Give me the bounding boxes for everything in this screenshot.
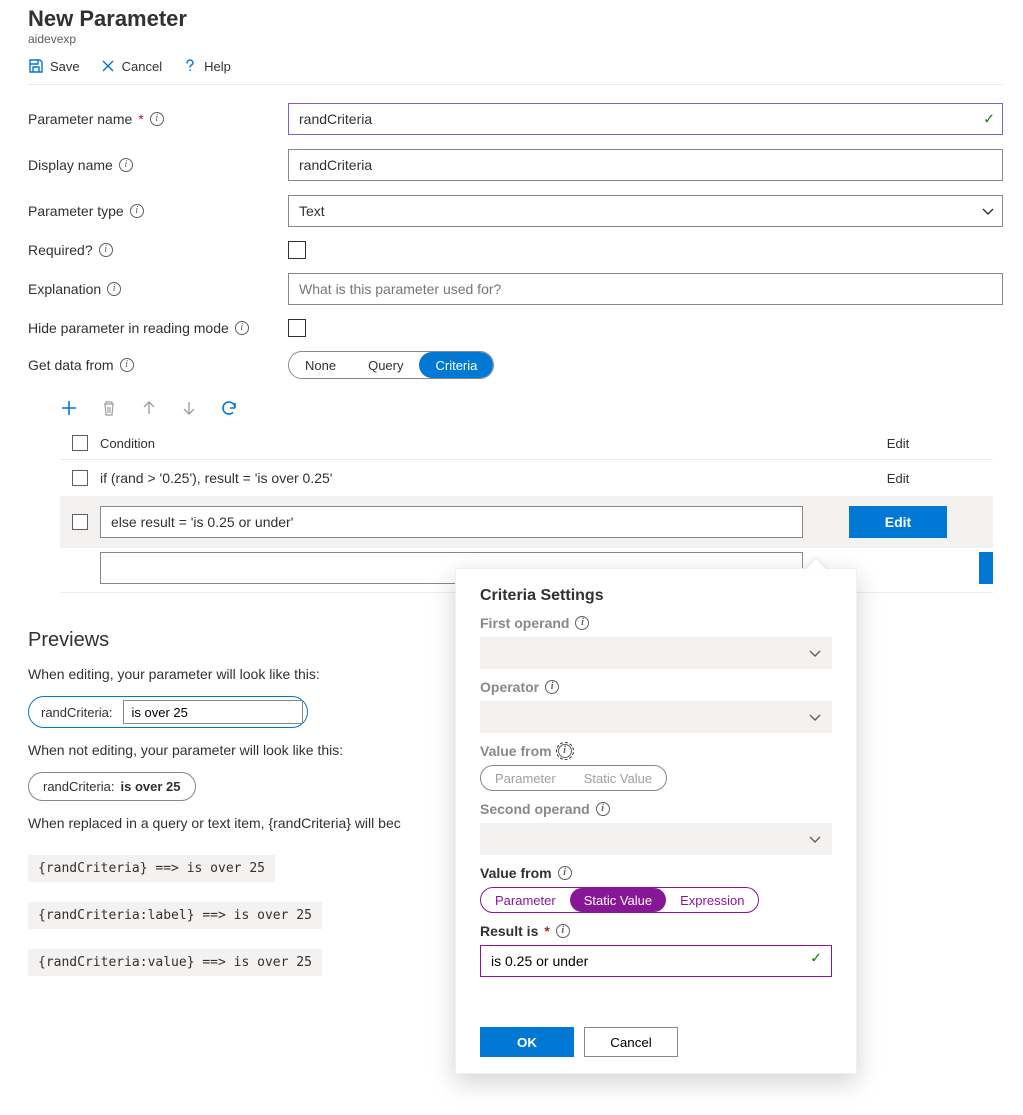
toolbar: Save Cancel Help [28, 46, 1003, 85]
page-title: New Parameter [28, 6, 1003, 32]
pill-static-value[interactable]: Static Value [570, 888, 666, 912]
edit-button[interactable]: Edit [849, 506, 947, 538]
preview-readonly-text: When not editing, your parameter will lo… [28, 742, 478, 758]
info-icon[interactable]: i [556, 924, 570, 938]
explanation-input[interactable] [288, 273, 1003, 305]
info-icon[interactable]: i [558, 744, 572, 758]
operator-label: Operatori [480, 679, 832, 695]
info-icon[interactable]: i [575, 616, 589, 630]
info-icon[interactable]: i [558, 866, 572, 880]
required-label: Required? [28, 242, 93, 258]
chip-label: randCriteria: [41, 705, 113, 720]
chip-value-input[interactable] [123, 700, 303, 724]
info-icon[interactable]: i [545, 680, 559, 694]
column-header-condition: Condition [100, 436, 803, 451]
table-row: Edit [60, 496, 993, 548]
save-icon [28, 58, 44, 74]
edit-link[interactable]: Edit [803, 471, 993, 486]
parameter-name-label: Parameter name [28, 111, 132, 127]
info-icon[interactable]: i [150, 112, 164, 126]
criteria-toolbar [28, 379, 1003, 427]
pill-query[interactable]: Query [352, 352, 419, 378]
column-header-edit: Edit [803, 436, 993, 451]
hide-reading-label: Hide parameter in reading mode [28, 320, 229, 336]
arrow-down-icon[interactable] [180, 399, 198, 417]
form: Parameter name * i ✓ Display name i Para… [28, 103, 1003, 379]
preview-editing-text: When editing, your parameter will look l… [28, 666, 478, 682]
info-icon[interactable]: i [596, 802, 610, 816]
parameter-type-select[interactable] [288, 195, 1003, 227]
cancel-button[interactable]: Cancel [584, 1027, 678, 1057]
pill-none[interactable]: None [289, 352, 352, 378]
code-preview: {randCriteria} ==> is over 25 [28, 855, 275, 882]
explanation-label: Explanation [28, 281, 101, 297]
chevron-down-icon [808, 646, 822, 660]
page-subtitle: aidevexp [28, 32, 1003, 46]
popup-title: Criteria Settings [480, 587, 832, 605]
pill-parameter[interactable]: Parameter [481, 766, 570, 790]
row-checkbox[interactable] [72, 470, 88, 486]
display-name-label: Display name [28, 157, 113, 173]
arrow-up-icon[interactable] [140, 399, 158, 417]
delete-icon[interactable] [100, 399, 118, 417]
help-button[interactable]: Help [182, 58, 231, 74]
result-is-input[interactable] [480, 945, 832, 977]
help-icon [182, 58, 198, 74]
get-data-from-label: Get data from [28, 357, 114, 373]
first-operand-select[interactable] [480, 637, 832, 669]
refresh-icon[interactable] [220, 399, 238, 417]
chip-value: is over 25 [121, 779, 181, 794]
condition-input[interactable] [100, 506, 803, 538]
check-icon: ✓ [810, 950, 822, 967]
pill-expression[interactable]: Expression [666, 888, 758, 912]
value-from-1-label: Value fromi [480, 743, 832, 759]
info-icon[interactable]: i [235, 321, 249, 335]
required-checkbox[interactable] [288, 241, 306, 259]
parameter-type-label: Parameter type [28, 203, 124, 219]
table-row: if (rand > '0.25'), result = 'is over 0.… [60, 460, 993, 496]
get-data-from-toggle: None Query Criteria [288, 351, 494, 379]
chevron-down-icon [808, 710, 822, 724]
check-icon: ✓ [983, 111, 995, 128]
ok-button[interactable]: OK [480, 1027, 574, 1057]
value-from-1-toggle: Parameter Static Value [480, 765, 667, 791]
close-icon [100, 58, 116, 74]
info-icon[interactable]: i [107, 282, 121, 296]
info-icon[interactable]: i [130, 204, 144, 218]
code-preview: {randCriteria:label} ==> is over 25 [28, 902, 322, 929]
criteria-settings-popup: Criteria Settings First operandi Operato… [455, 568, 857, 1074]
condition-text: if (rand > '0.25'), result = 'is over 0.… [100, 470, 803, 486]
previews-heading: Previews [28, 629, 478, 652]
operator-select[interactable] [480, 701, 832, 733]
second-operand-label: Second operandi [480, 801, 832, 817]
preview-readonly-chip: randCriteria: is over 25 [28, 772, 196, 801]
chip-label: randCriteria: [43, 779, 115, 794]
cancel-button[interactable]: Cancel [100, 58, 162, 74]
row-checkbox[interactable] [72, 514, 88, 530]
previews-section: Previews When editing, your parameter wi… [28, 629, 478, 986]
edit-stub[interactable] [979, 552, 993, 584]
parameter-name-input[interactable] [288, 103, 1003, 135]
value-from-2-toggle: Parameter Static Value Expression [480, 887, 759, 913]
hide-reading-checkbox[interactable] [288, 319, 306, 337]
display-name-input[interactable] [288, 149, 1003, 181]
preview-replaced-text: When replaced in a query or text item, {… [28, 815, 478, 831]
chevron-down-icon [808, 832, 822, 846]
code-preview: {randCriteria:value} ==> is over 25 [28, 949, 322, 976]
page-header: New Parameter aidevexp [28, 0, 1003, 46]
select-all-checkbox[interactable] [72, 435, 88, 451]
first-operand-label: First operandi [480, 615, 832, 631]
value-from-2-label: Value fromi [480, 865, 832, 881]
info-icon[interactable]: i [119, 158, 133, 172]
add-icon[interactable] [60, 399, 78, 417]
result-is-label: Result is*i [480, 923, 832, 939]
save-button[interactable]: Save [28, 58, 80, 74]
pill-parameter[interactable]: Parameter [481, 888, 570, 912]
info-icon[interactable]: i [99, 243, 113, 257]
second-operand-select[interactable] [480, 823, 832, 855]
pill-criteria[interactable]: Criteria [419, 352, 493, 378]
info-icon[interactable]: i [120, 358, 134, 372]
pill-static-value[interactable]: Static Value [570, 766, 666, 790]
preview-editing-chip: randCriteria: [28, 696, 308, 728]
